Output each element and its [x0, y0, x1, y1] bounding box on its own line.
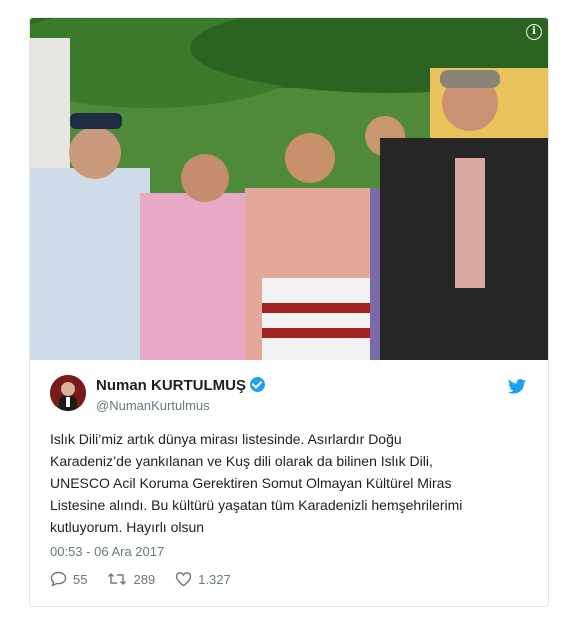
tweet-text-line: UNESCO Acil Koruma Gerektiren Somut Olma… [50, 475, 452, 491]
author-block[interactable]: Numan KURTULMUŞ @NumanKurtulmus [96, 377, 265, 413]
verified-badge-icon [250, 377, 265, 392]
author-display-name[interactable]: Numan KURTULMUŞ [96, 377, 246, 394]
author-handle[interactable]: @NumanKurtulmus [96, 398, 265, 413]
info-icon[interactable]: i [526, 24, 542, 40]
like-button[interactable]: 1.327 [175, 571, 231, 587]
heart-icon [175, 572, 192, 587]
tweet-card: i Numan KURTULMUŞ @NumanKurtulmus Islık … [29, 17, 549, 607]
tweet-photo[interactable]: i [30, 18, 548, 360]
reply-count: 55 [73, 571, 88, 587]
reply-button[interactable]: 55 [50, 571, 87, 587]
tweet-header: Numan KURTULMUŞ @NumanKurtulmus [50, 375, 530, 415]
tweet-text-line: kutluyorum. Hayırlı olsun [50, 519, 205, 535]
retweet-icon [108, 573, 127, 585]
tweet-text-line: Listesine alındı. Bu kültürü yaşatan tüm… [50, 497, 463, 513]
avatar[interactable] [50, 375, 86, 411]
tweet-text-line: Islık Dili’miz artık dünya mirası listes… [50, 431, 402, 447]
twitter-bird-icon[interactable] [508, 379, 526, 399]
tweet-text: Islık Dili’miz artık dünya mirası listes… [50, 428, 530, 538]
tweet-timestamp[interactable]: 00:53 - 06 Ara 2017 [50, 544, 164, 559]
reply-icon [50, 571, 67, 587]
retweet-button[interactable]: 289 [107, 571, 155, 587]
like-count: 1.327 [198, 571, 231, 587]
photo-illustration [30, 18, 548, 360]
tweet-text-line: Karadeniz’de yankılanan ve Kuş dili olar… [50, 453, 433, 469]
tweet-actions: 55 289 1.327 [50, 571, 251, 587]
retweet-count: 289 [133, 571, 156, 587]
